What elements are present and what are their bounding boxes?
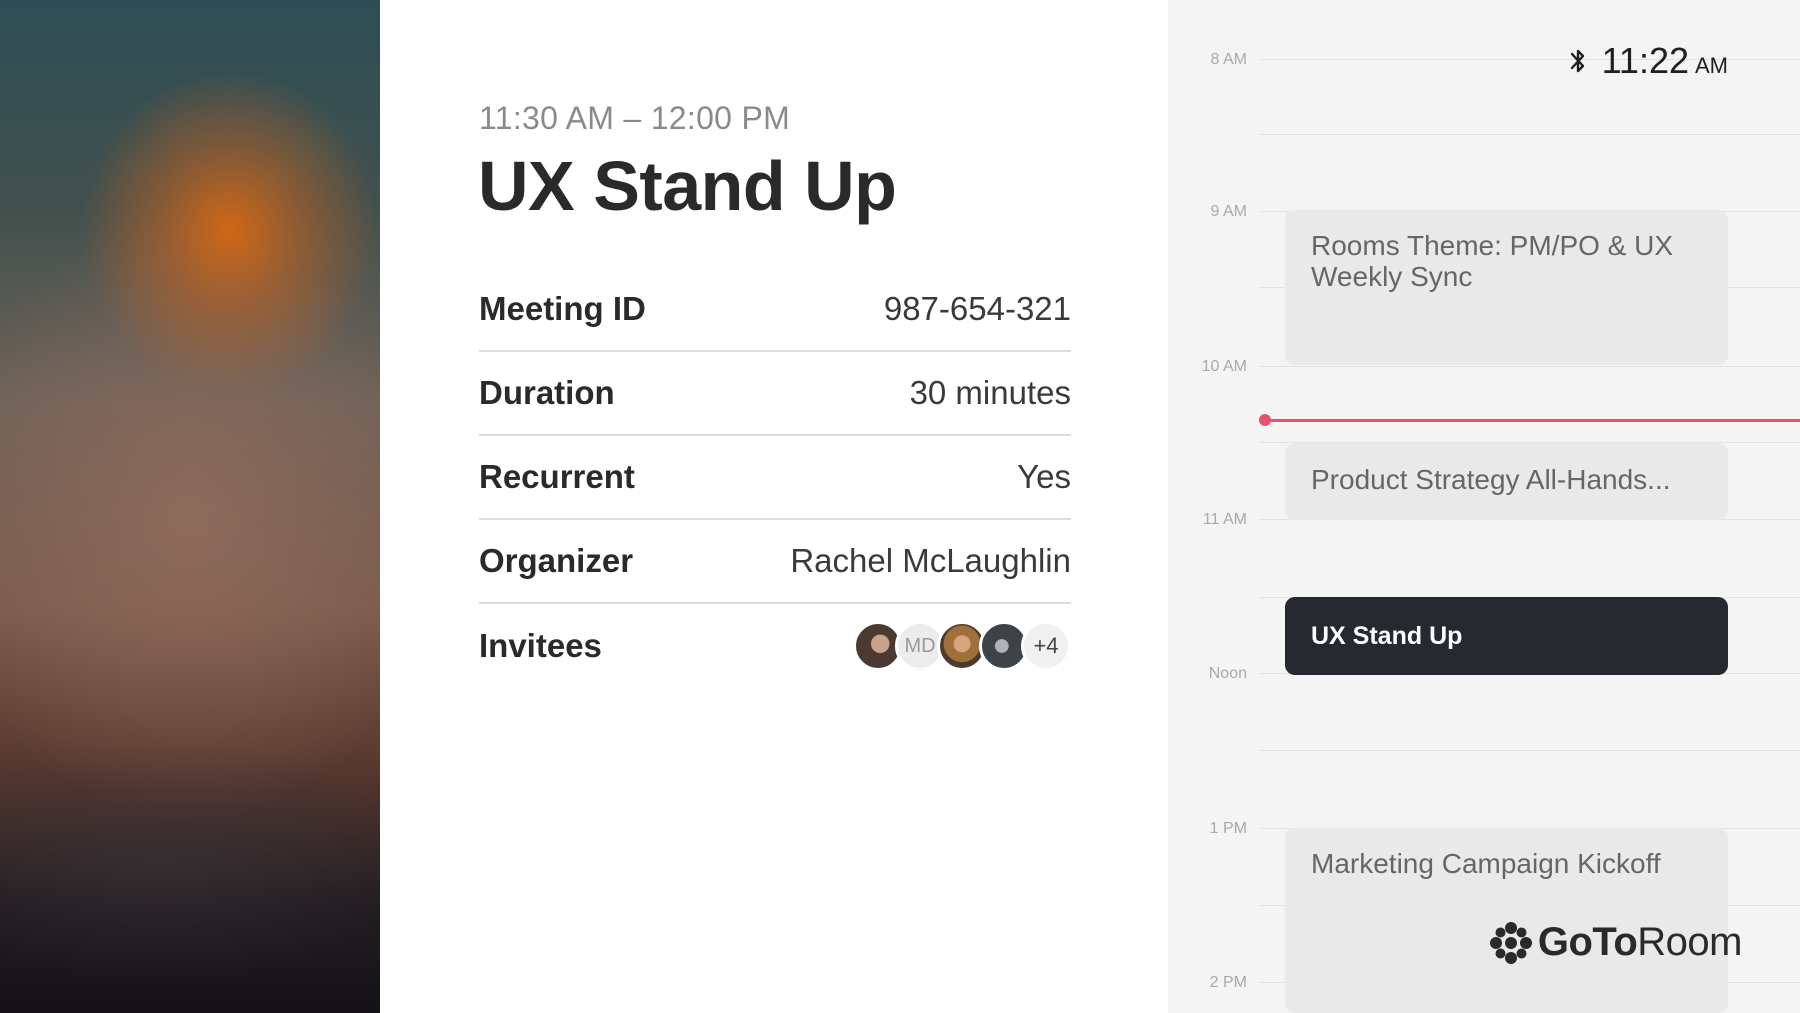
clock-ampm: AM <box>1695 53 1728 78</box>
grid-line <box>1260 750 1800 751</box>
brand-name-light: Room <box>1637 920 1742 964</box>
meeting-details-list: Meeting ID 987-654-321 Duration 30 minut… <box>479 268 1071 688</box>
day-schedule: 8 AM 9 AM 10 AM 11 AM Noon 1 PM 2 PM Roo… <box>1168 0 1800 1013</box>
detail-row-recurrent: Recurrent Yes <box>479 436 1071 520</box>
detail-label: Organizer <box>479 542 634 579</box>
detail-value: 30 minutes <box>909 374 1071 411</box>
hour-label: 10 AM <box>1201 358 1247 375</box>
clock-time: 11:22 <box>1601 40 1689 81</box>
hour-label: 2 PM <box>1209 974 1247 991</box>
hour-label: 1 PM <box>1209 820 1247 837</box>
detail-row-organizer: Organizer Rachel McLaughlin <box>479 520 1071 604</box>
detail-value: 987-654-321 <box>883 290 1071 327</box>
more-invitees-count: +4 <box>1021 621 1071 671</box>
hour-label: 8 AM <box>1210 51 1247 68</box>
detail-label: Duration <box>479 374 615 411</box>
hour-label: Noon <box>1208 665 1247 682</box>
meeting-title: UX Stand Up <box>478 147 897 225</box>
detail-label: Recurrent <box>479 458 635 495</box>
brand-name: GoToRoom <box>1537 920 1743 965</box>
grid-line <box>1260 366 1800 367</box>
brand-logo: GoToRoom <box>1489 920 1743 965</box>
detail-row-meeting-id: Meeting ID 987-654-321 <box>479 268 1071 352</box>
detail-label: Meeting ID <box>479 290 646 327</box>
bluetooth-icon <box>1570 49 1584 73</box>
schedule-event[interactable]: Rooms Theme: PM/PO & UX Weekly Sync <box>1285 210 1728 365</box>
current-time-dot <box>1259 414 1271 426</box>
background-photo <box>0 0 380 1013</box>
brand-name-bold: GoTo <box>1537 920 1638 964</box>
detail-value: Rachel McLaughlin <box>790 542 1071 579</box>
detail-row-duration: Duration 30 minutes <box>479 352 1071 436</box>
schedule-event[interactable]: Product Strategy All-Hands... <box>1285 443 1728 520</box>
meeting-time-range: 11:30 AM – 12:00 PM <box>479 100 791 136</box>
current-time-line <box>1266 419 1800 422</box>
status-clock: 11:22 AM <box>1568 40 1728 82</box>
hour-label: 9 AM <box>1210 203 1247 220</box>
detail-value: Yes <box>1017 458 1071 495</box>
invitee-avatars[interactable]: MD +4 <box>853 621 1071 671</box>
meeting-details-panel: 11:30 AM – 12:00 PM UX Stand Up Meeting … <box>380 0 1168 1013</box>
hour-label: 11 AM <box>1202 511 1247 528</box>
detail-label: Invitees <box>479 627 602 664</box>
grid-line <box>1260 134 1800 135</box>
schedule-event-current[interactable]: UX Stand Up <box>1285 597 1728 675</box>
detail-row-invitees: Invitees MD +4 <box>479 604 1071 688</box>
goto-logo-icon <box>1489 921 1532 964</box>
